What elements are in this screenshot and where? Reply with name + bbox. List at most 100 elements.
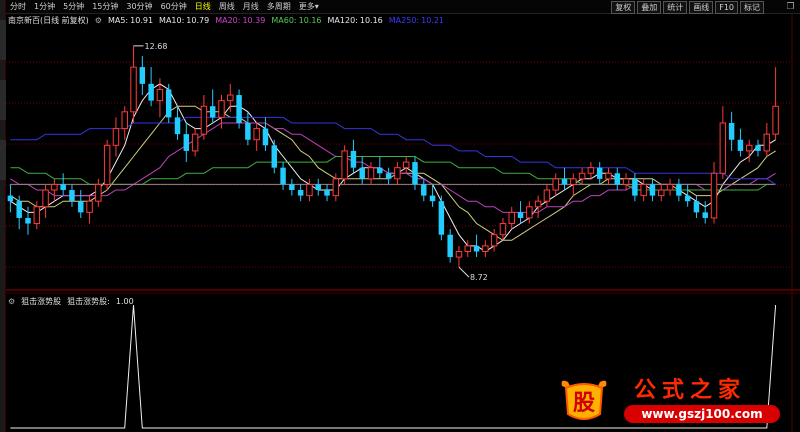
candle-body xyxy=(306,183,313,197)
candle-body xyxy=(684,195,691,202)
candle-body xyxy=(245,122,251,140)
max-price-label: 12.68 xyxy=(145,42,168,51)
candle-body xyxy=(429,195,436,202)
candle-body xyxy=(632,178,638,196)
candle-body xyxy=(139,67,146,84)
candle-body xyxy=(412,162,418,185)
candle-body xyxy=(745,144,753,152)
candle-body xyxy=(649,184,656,196)
candle-body xyxy=(455,250,463,258)
candle-body xyxy=(69,190,75,202)
candle-body xyxy=(95,183,102,202)
candle-body xyxy=(614,173,621,185)
candle-body xyxy=(332,178,340,197)
candle-body xyxy=(165,89,172,118)
candle-body xyxy=(526,206,533,219)
candle-body xyxy=(421,184,427,196)
candle-body xyxy=(676,184,682,196)
candle-body xyxy=(552,178,559,191)
candle-body xyxy=(148,83,154,101)
candle-body xyxy=(640,183,647,197)
candle-body xyxy=(587,167,595,174)
candle-body xyxy=(253,128,260,141)
candle-body xyxy=(156,88,164,102)
candle-body xyxy=(772,105,779,135)
candle-body xyxy=(763,133,771,152)
candle-body xyxy=(324,190,330,196)
candle-body xyxy=(236,95,242,123)
candle-body xyxy=(218,100,225,118)
candle-body xyxy=(702,212,708,218)
candle-body xyxy=(464,245,471,252)
candle-body xyxy=(666,183,674,191)
candle-body xyxy=(130,66,137,113)
min-price-label: 8.72 xyxy=(470,273,488,282)
indicator-legend: ⚙ 狙击涨势股 狙击涨势股: 1.00 xyxy=(8,295,134,307)
logo-char: 股 xyxy=(573,390,595,416)
candle-body xyxy=(578,172,586,180)
candle-body xyxy=(86,200,93,213)
candle-body xyxy=(534,200,542,208)
candle-body xyxy=(200,105,208,135)
candle-body xyxy=(289,184,295,191)
candle-body xyxy=(710,172,718,219)
candle-body xyxy=(183,134,190,151)
candle-body xyxy=(693,201,700,213)
candle-body xyxy=(350,150,357,168)
candle-body xyxy=(490,234,498,247)
candle-body xyxy=(271,145,277,168)
candle-body xyxy=(315,184,321,191)
candle-body xyxy=(728,122,735,140)
chart-grid xyxy=(6,14,800,432)
candle-body xyxy=(508,211,515,225)
candle-body xyxy=(622,178,630,185)
candle-body xyxy=(596,167,603,179)
candle-body xyxy=(570,178,577,185)
candle-body xyxy=(447,234,453,258)
settings-icon[interactable]: ⚙ xyxy=(8,297,15,306)
indicator-name[interactable]: 狙击涨势股 xyxy=(21,296,61,307)
candle-body xyxy=(561,178,568,185)
candle-body xyxy=(112,128,120,146)
candle-body xyxy=(482,245,489,252)
candle-body xyxy=(543,189,551,202)
candle-body xyxy=(78,201,84,213)
candle-body xyxy=(227,94,234,102)
candle-body xyxy=(402,161,410,169)
candle-body xyxy=(755,145,761,151)
candle-body xyxy=(60,184,66,191)
candle-body xyxy=(605,172,612,180)
candle-body xyxy=(719,122,727,174)
candle-body xyxy=(297,190,304,196)
candle-body xyxy=(341,150,348,180)
candle-body xyxy=(438,201,445,235)
bull-logo-icon: 股 xyxy=(561,380,607,420)
candle-body xyxy=(174,117,181,135)
candle-body xyxy=(658,189,665,197)
kline-chart: 12.68 8.72 xyxy=(6,14,800,432)
candle-body xyxy=(7,195,14,202)
candle-body xyxy=(209,106,216,118)
candle-body xyxy=(517,212,524,218)
watermark-url: www.gszj100.com xyxy=(624,405,780,423)
candle-body xyxy=(367,167,375,180)
candle-body xyxy=(385,173,392,179)
candle-body xyxy=(42,189,49,208)
candle-body xyxy=(473,245,480,252)
min-price-pointer xyxy=(458,266,470,278)
candle-body xyxy=(25,217,31,224)
watermark: 股 公式之家 www.gszj100.com xyxy=(558,372,786,428)
candle-body xyxy=(394,167,401,180)
candle-body xyxy=(103,144,111,185)
candle-body xyxy=(377,167,383,174)
candle-body xyxy=(262,128,269,146)
indicator-value: 1.00 xyxy=(115,296,134,306)
candle-body xyxy=(33,206,41,225)
watermark-title: 公式之家 xyxy=(634,377,747,403)
candle-body xyxy=(51,183,58,191)
candle-body xyxy=(280,167,286,185)
candle-body xyxy=(737,139,744,151)
candle-body xyxy=(121,111,128,130)
indicator-series-label: 狙击涨势股: xyxy=(67,296,110,306)
candle-body xyxy=(359,167,365,179)
